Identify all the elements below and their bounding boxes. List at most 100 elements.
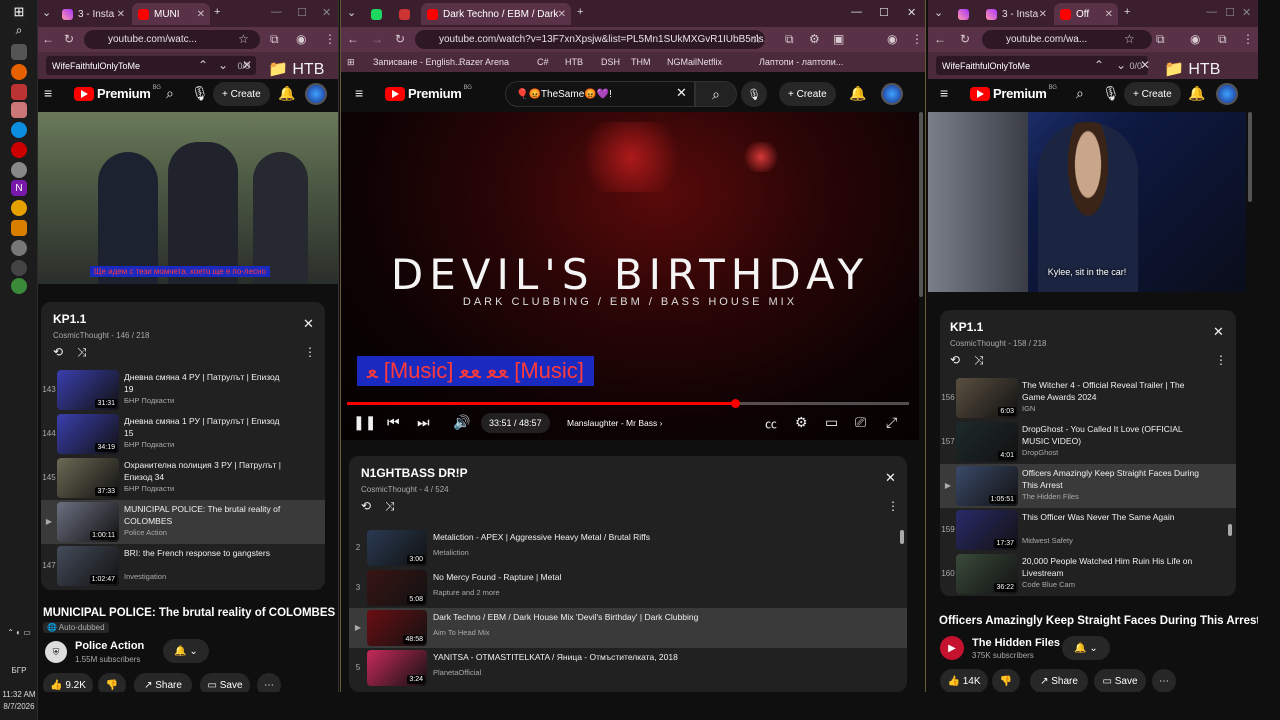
- tray-icons[interactable]: ⌃ ◐ ▭: [0, 628, 38, 637]
- bookmark-item[interactable]: HTB: [565, 57, 583, 67]
- microphone-icon[interactable]: 🎙: [1102, 85, 1120, 102]
- app-icon[interactable]: [11, 44, 27, 60]
- create-button[interactable]: + Create: [779, 82, 836, 106]
- playlist-item[interactable]: 157 4:01 DropGhost - You Called It Love (O…: [940, 420, 1236, 464]
- star-icon[interactable]: ☆: [238, 32, 249, 46]
- playlist-item[interactable]: ▶ 1:00:11 MUNICIPAL POLICE: The brutal rea…: [41, 500, 325, 544]
- app-icon[interactable]: [11, 240, 27, 256]
- microphone-button[interactable]: 🎙: [741, 81, 767, 107]
- search-icon[interactable]: ⌕: [1076, 85, 1084, 102]
- hamburger-menu-icon[interactable]: ≡: [940, 85, 948, 101]
- notification-bell-button[interactable]: 🔔 ⌄: [163, 639, 209, 663]
- bookmark-item[interactable]: C#: [537, 57, 549, 67]
- reload-icon[interactable]: ↻: [960, 32, 970, 46]
- avatar[interactable]: [881, 83, 903, 105]
- close-icon[interactable]: ✕: [303, 316, 314, 332]
- find-prev-icon[interactable]: ⌃: [1094, 58, 1104, 72]
- close-window-button[interactable]: ✕: [907, 6, 916, 19]
- new-tab-button[interactable]: +: [577, 6, 583, 18]
- more-actions-button[interactable]: ⋯: [1152, 669, 1176, 692]
- volume-icon[interactable]: 🔊: [453, 414, 470, 431]
- playlist-item[interactable]: 160 36:22 20,000 People Watched Him Ruin H…: [940, 552, 1236, 596]
- minimize-button[interactable]: —: [851, 6, 862, 18]
- youtube-logo[interactable]: Premium BG: [970, 85, 1057, 101]
- playlist-item[interactable]: 159 17:37 This Officer Was Never The Same …: [940, 508, 1236, 552]
- forward-icon[interactable]: →: [371, 32, 383, 46]
- close-icon[interactable]: ✕: [197, 9, 205, 20]
- video-player[interactable]: Kylee, sit in the car!: [928, 112, 1246, 292]
- video-thumbnail[interactable]: 5:08: [367, 570, 427, 606]
- fullscreen-icon[interactable]: ⤢: [886, 414, 897, 431]
- previous-icon[interactable]: ⏮: [387, 414, 400, 431]
- video-thumbnail[interactable]: 37:33: [57, 458, 119, 498]
- loop-icon[interactable]: ⟲: [361, 499, 371, 513]
- profile-icon[interactable]: ◉: [296, 32, 306, 46]
- channel-name[interactable]: Police Action: [75, 640, 144, 652]
- video-thumbnail[interactable]: 1:02:47: [57, 546, 119, 586]
- bookmark-item[interactable]: NGMail: [667, 57, 697, 67]
- close-icon[interactable]: ✕: [1213, 324, 1224, 340]
- tab-app[interactable]: [393, 3, 419, 25]
- video-thumbnail[interactable]: 6:03: [956, 378, 1018, 418]
- progress-bar[interactable]: [347, 399, 909, 408]
- playlist-item[interactable]: ▶ 48:58 Dark Techno / EBM / Dark House Mix…: [349, 608, 907, 648]
- loop-icon[interactable]: ⟲: [950, 353, 960, 367]
- more-icon[interactable]: ⋮: [1215, 353, 1227, 367]
- back-icon[interactable]: ←: [42, 32, 54, 46]
- shuffle-icon[interactable]: ⤨: [385, 499, 395, 514]
- next-icon[interactable]: ⏭: [417, 414, 430, 431]
- video-thumbnail[interactable]: 34:19: [57, 414, 119, 454]
- minimize-button[interactable]: —: [1206, 6, 1217, 18]
- video-thumbnail[interactable]: 17:37: [956, 510, 1018, 550]
- chrome-icon[interactable]: [11, 278, 27, 294]
- save-button[interactable]: ▭ Save: [1094, 669, 1146, 692]
- notifications-icon[interactable]: 🔔: [278, 85, 295, 102]
- playlist-item[interactable]: 144 34:19 Дневна смяна 1 РУ | Патрулът | Е…: [41, 412, 325, 456]
- channel-avatar[interactable]: ⛨: [45, 641, 67, 663]
- save-button[interactable]: ▭ Save: [200, 673, 250, 692]
- chrome-icon[interactable]: [11, 200, 27, 216]
- playlist-item[interactable]: 3 5:08 No Mercy Found - Rapture | Metal Rap…: [349, 568, 907, 608]
- channel-avatar[interactable]: ▶: [940, 636, 964, 660]
- like-button[interactable]: 👍 9.2K: [43, 673, 93, 692]
- clock-time[interactable]: 11:32 AM: [0, 690, 38, 699]
- extensions-icon[interactable]: ⧉: [1156, 32, 1165, 47]
- maximize-button[interactable]: ☐: [1225, 6, 1235, 19]
- tab-youtube[interactable]: Off ✕: [1054, 3, 1118, 25]
- reload-icon[interactable]: ↻: [395, 32, 405, 46]
- like-button[interactable]: 👍 14K: [940, 669, 988, 692]
- find-close-icon[interactable]: ✕: [1140, 58, 1150, 72]
- channel-name[interactable]: The Hidden Files: [972, 637, 1060, 649]
- tab-instagram[interactable]: 3 - Insta ✕: [56, 3, 130, 25]
- youtube-logo[interactable]: Premium BG: [385, 85, 472, 101]
- find-close-icon[interactable]: ✕: [242, 58, 252, 72]
- tab-instagram[interactable]: 3 - Insta ✕: [980, 3, 1052, 25]
- create-button[interactable]: + Create: [213, 82, 270, 106]
- app-icon[interactable]: [11, 84, 27, 100]
- apps-icon[interactable]: ⊞: [347, 57, 355, 68]
- avatar[interactable]: [1216, 83, 1238, 105]
- search-input[interactable]: 🎈😡TheSame😡💜!: [505, 81, 695, 107]
- find-next-icon[interactable]: ⌄: [1116, 58, 1126, 72]
- hamburger-menu-icon[interactable]: ≡: [355, 85, 363, 101]
- back-icon[interactable]: ←: [347, 32, 359, 46]
- video-thumbnail[interactable]: 31:31: [57, 370, 119, 410]
- playlist-item[interactable]: 5 3:24 YANITSA - OTMASTITELKATA / Яница - …: [349, 648, 907, 688]
- playlist-item[interactable]: 143 31:31 Дневна смяна 4 РУ | Патрулът | Е…: [41, 368, 325, 412]
- cast-icon[interactable]: ⎚: [855, 414, 866, 431]
- dislike-button[interactable]: 👎: [98, 673, 126, 692]
- maximize-button[interactable]: ☐: [879, 6, 889, 19]
- close-icon[interactable]: ✕: [1039, 9, 1047, 20]
- tab-search-icon[interactable]: ⌄: [347, 6, 356, 19]
- app-icon[interactable]: [11, 260, 27, 276]
- tab-app[interactable]: [952, 3, 978, 25]
- new-tab-button[interactable]: +: [1124, 6, 1130, 18]
- progress-scrubber[interactable]: [730, 399, 740, 408]
- pause-icon[interactable]: ❚❚: [353, 414, 376, 431]
- video-player[interactable]: DEVIL'S BIRTHDAY DARK CLUBBING / EBM / B…: [341, 112, 919, 440]
- bookmark-item[interactable]: Razer Arena: [459, 57, 509, 67]
- tab-app[interactable]: [365, 3, 391, 25]
- video-thumbnail[interactable]: 4:01: [956, 422, 1018, 462]
- chapter-label[interactable]: Manslaughter - Mr Bass ›: [567, 418, 662, 428]
- firefox-icon[interactable]: [11, 64, 27, 80]
